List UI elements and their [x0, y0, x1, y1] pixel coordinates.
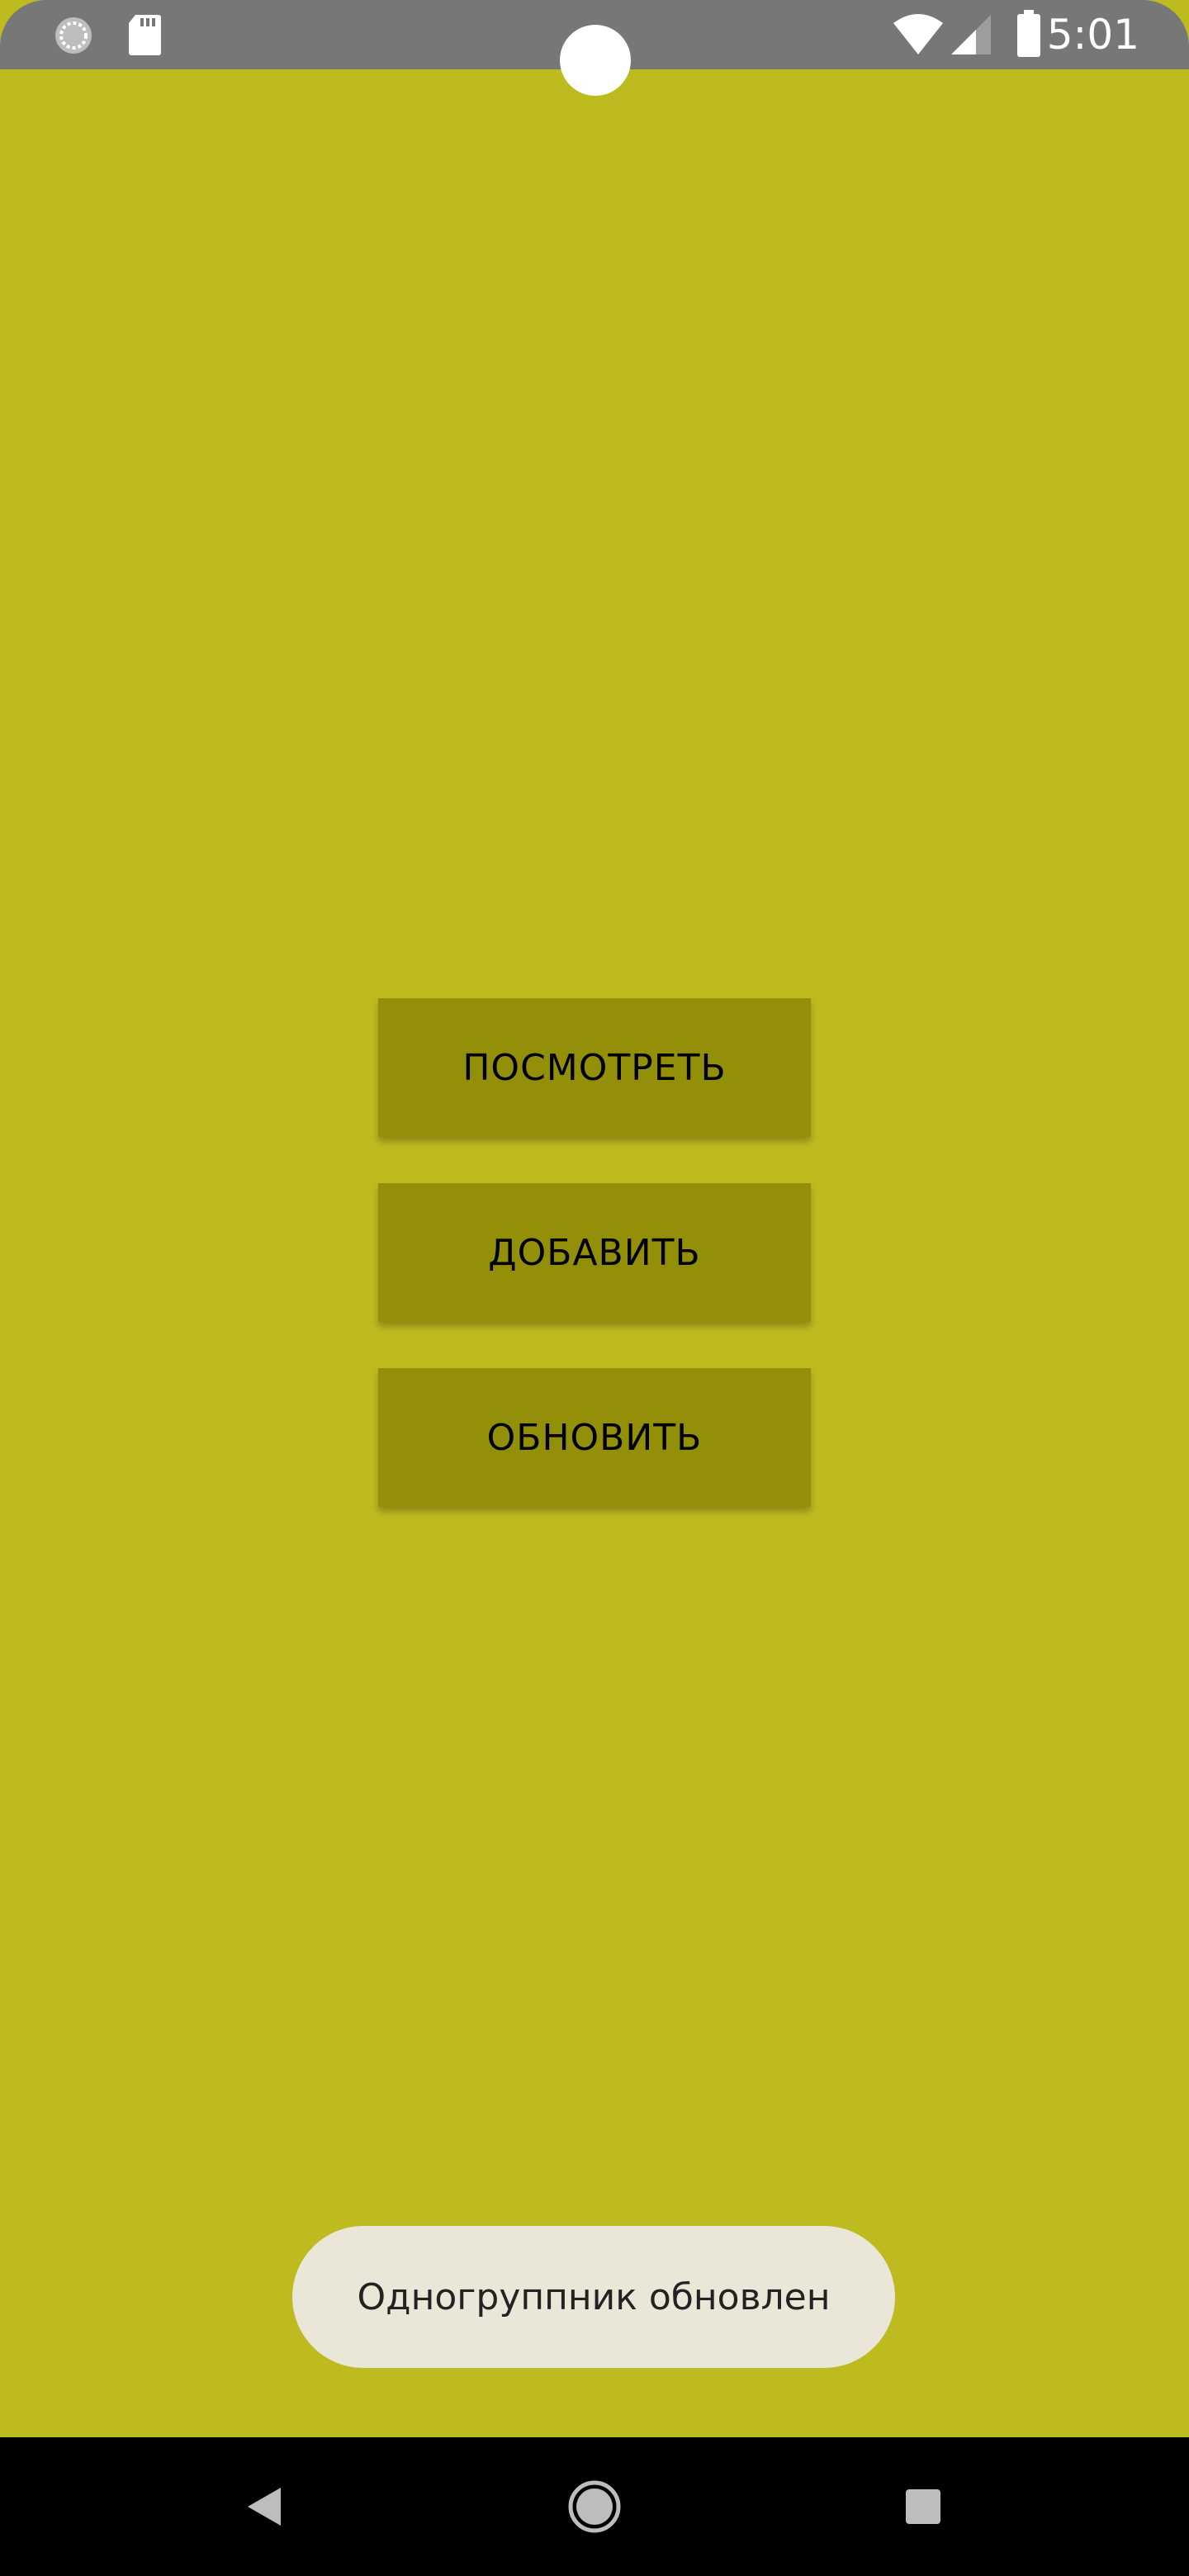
update-button[interactable]: ОБНОВИТЬ: [378, 1368, 811, 1507]
app-screen: 5:01 ПОСМОТРЕТЬ ДОБАВИТЬ ОБНОВИТЬ Одногр…: [0, 0, 1189, 2576]
add-button[interactable]: ДОБАВИТЬ: [378, 1183, 811, 1322]
wifi-icon: [893, 14, 943, 54]
sd-card-icon: [129, 15, 161, 55]
toast-message: Одногруппник обновлен: [292, 2226, 895, 2368]
sync-icon: [55, 17, 92, 54]
navigation-bar: [0, 2437, 1189, 2576]
view-button[interactable]: ПОСМОТРЕТЬ: [378, 998, 811, 1137]
recents-button[interactable]: [854, 2437, 992, 2576]
home-button[interactable]: [525, 2437, 664, 2576]
back-icon: [248, 2488, 281, 2526]
signal-icon: [951, 15, 991, 54]
status-time: 5:01: [1046, 11, 1139, 59]
battery-icon: [1017, 10, 1040, 57]
home-icon: [568, 2480, 621, 2533]
recents-icon: [906, 2489, 940, 2524]
camera-cutout: [560, 25, 631, 96]
back-button[interactable]: [195, 2437, 334, 2576]
